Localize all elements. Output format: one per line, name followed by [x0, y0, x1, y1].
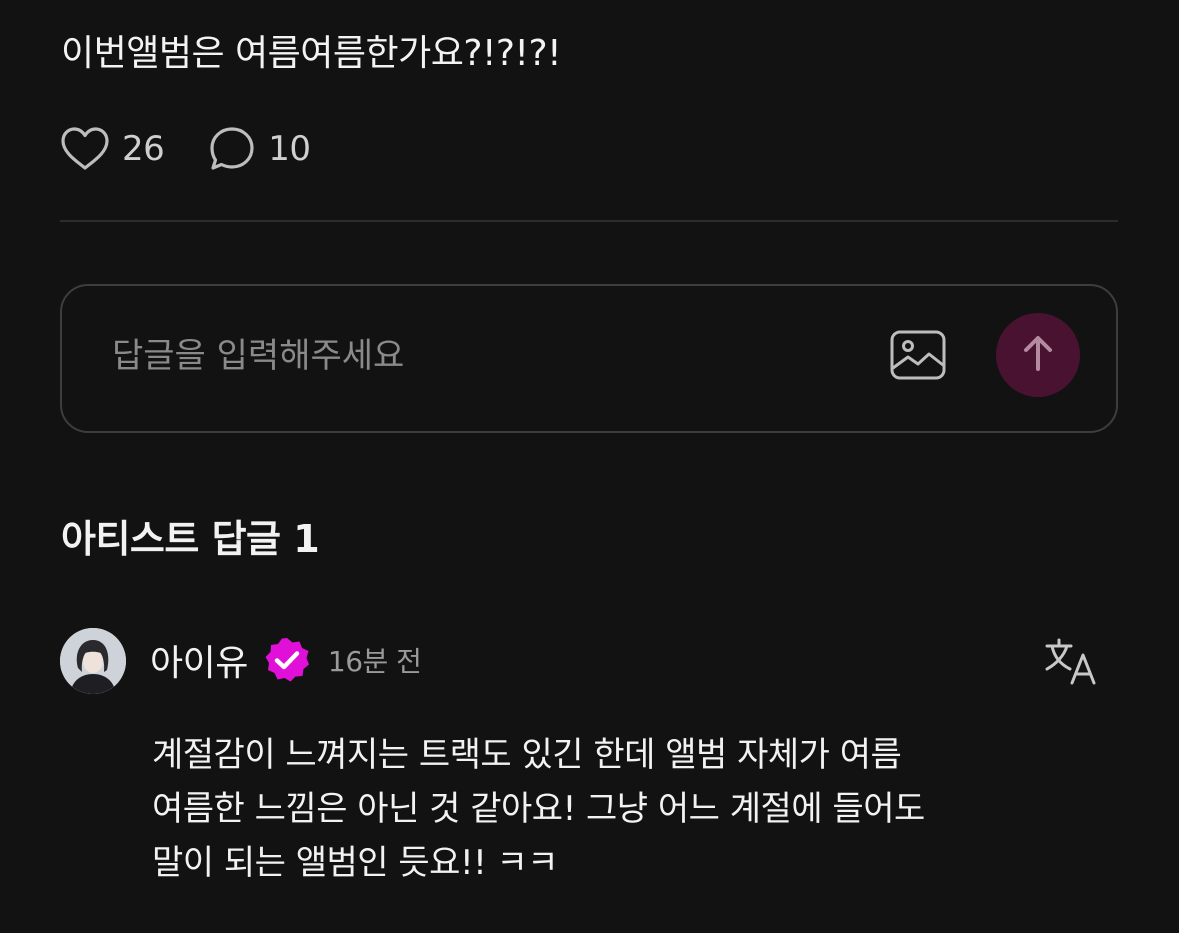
comment-count: 10 [268, 129, 311, 169]
comment-button[interactable]: 10 [208, 125, 311, 173]
reply-text-line: 여름한 느낌은 아닌 것 같아요! 그냥 어느 계절에 들어도 [152, 789, 925, 829]
reply-box [60, 284, 1118, 433]
reply-text: 계절감이 느껴지는 트랙도 있긴 한데 앨범 자체가 여름 여름한 느낌은 아닌… [152, 728, 1142, 890]
verified-badge-icon [262, 635, 312, 685]
like-button[interactable]: 26 [60, 126, 165, 172]
translate-button[interactable] [1044, 636, 1100, 686]
artist-replies-title: 아티스트 답글 1 [61, 517, 320, 561]
reply-text-line: 말이 되는 앨범인 듯요!! ㅋㅋ [152, 843, 559, 883]
reply-author-row: 아이유 16분 전 [150, 632, 422, 688]
divider [60, 220, 1118, 222]
speech-bubble-icon [208, 125, 256, 173]
post-stats: 26 10 [60, 124, 311, 174]
translate-icon [1044, 638, 1100, 690]
reply-input[interactable] [112, 326, 812, 386]
send-button[interactable] [996, 313, 1080, 397]
reply-timestamp: 16분 전 [327, 645, 422, 678]
avatar[interactable] [60, 628, 126, 694]
like-count: 26 [122, 129, 165, 169]
post-text: 이번앨범은 여름여름한가요?!?!?! [61, 33, 562, 74]
heart-icon [60, 126, 110, 172]
image-icon [888, 330, 948, 388]
attach-image-button[interactable] [888, 328, 948, 384]
author-name[interactable]: 아이유 [150, 634, 248, 686]
arrow-up-icon [1020, 333, 1056, 377]
reply-text-line: 계절감이 느껴지는 트랙도 있긴 한데 앨범 자체가 여름 [152, 735, 902, 775]
